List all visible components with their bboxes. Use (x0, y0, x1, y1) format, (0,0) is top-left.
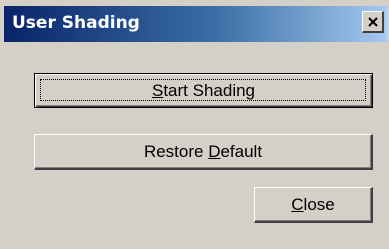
window-title: User Shading (12, 13, 140, 33)
start-shading-label: Start Shading (151, 80, 256, 100)
close-label: Close (291, 194, 335, 214)
close-button[interactable]: Close (254, 187, 373, 223)
dialog-window: User Shading Start Shading Restore Defau… (0, 0, 389, 249)
start-shading-button[interactable]: Start Shading (34, 73, 373, 108)
close-icon (367, 16, 378, 27)
title-bar[interactable]: User Shading (4, 6, 387, 42)
title-close-button[interactable] (362, 11, 384, 33)
restore-default-label: Restore Default (143, 141, 263, 161)
restore-default-button[interactable]: Restore Default (34, 134, 373, 170)
